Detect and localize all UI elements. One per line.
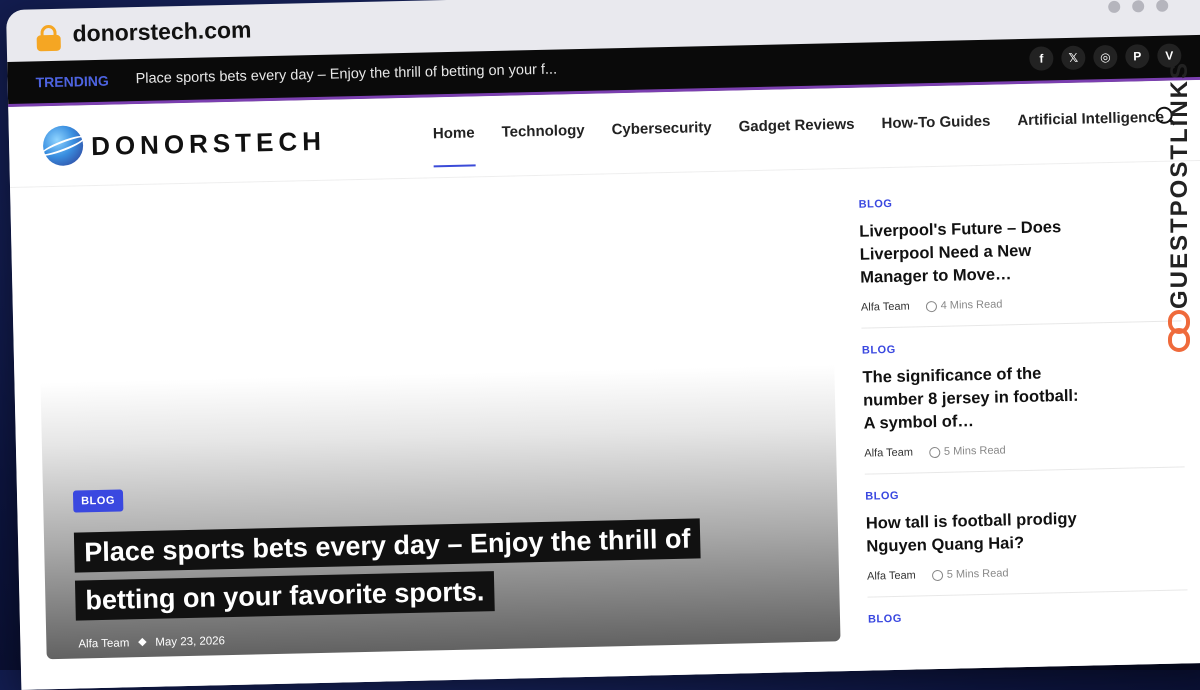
post-read-time: 5 Mins Read bbox=[943, 444, 1006, 458]
list-item: BLOG bbox=[868, 606, 1189, 639]
hero-title-text: Place sports bets every day – Enjoy the … bbox=[73, 518, 701, 621]
lock-icon bbox=[36, 24, 61, 52]
post-author[interactable]: Alfa Team bbox=[867, 570, 916, 583]
window-dot[interactable] bbox=[1108, 0, 1121, 13]
clock-icon bbox=[928, 446, 941, 458]
pinterest-icon[interactable]: P bbox=[1125, 44, 1150, 69]
instagram-icon[interactable]: ◎ bbox=[1093, 44, 1118, 70]
nav-menu: Home Technology Cybersecurity Gadget Rev… bbox=[433, 109, 1165, 143]
nav-item-gadget-reviews[interactable]: Gadget Reviews bbox=[738, 116, 854, 136]
nav-item-how-to-guides[interactable]: How-To Guides bbox=[881, 113, 990, 132]
x-twitter-icon[interactable]: 𝕏 bbox=[1061, 45, 1086, 71]
window-controls bbox=[1108, 0, 1169, 13]
chain-link-icon bbox=[1168, 310, 1190, 354]
post-category[interactable]: BLOG bbox=[862, 337, 1182, 357]
hero-author[interactable]: Alfa Team bbox=[78, 637, 129, 650]
hero-category-badge[interactable]: BLOG bbox=[72, 489, 124, 513]
list-item: BLOG The significance of the number 8 je… bbox=[861, 337, 1185, 475]
hero-meta: Alfa Team May 23, 2026 bbox=[78, 635, 225, 650]
post-meta: Alfa Team 5 Mins Read bbox=[867, 563, 1187, 582]
post-title-link[interactable]: How tall is football prodigy Nguyen Quan… bbox=[866, 507, 1097, 558]
diamond-separator-icon bbox=[138, 637, 147, 647]
post-meta: Alfa Team 4 Mins Read bbox=[861, 294, 1181, 313]
post-title-link[interactable]: The significance of the number 8 jersey … bbox=[862, 361, 1094, 435]
site-logo-text[interactable]: DONORSTECH bbox=[91, 126, 327, 162]
trending-headline-link[interactable]: Place sports bets every day – Enjoy the … bbox=[135, 62, 557, 88]
clock-icon bbox=[931, 569, 943, 581]
hero-title-link[interactable]: Place sports bets every day – Enjoy the … bbox=[73, 514, 716, 624]
post-meta: Alfa Team 5 Mins Read bbox=[864, 440, 1184, 459]
nav-item-home[interactable]: Home bbox=[433, 124, 475, 142]
post-read-time: 4 Mins Read bbox=[940, 298, 1003, 312]
post-read-time: 5 Mins Read bbox=[946, 567, 1009, 581]
social-links: f 𝕏 ◎ P V bbox=[1029, 43, 1182, 71]
globe-logo-icon[interactable] bbox=[38, 125, 88, 167]
watermark-text: GUESTPOSTLINKS bbox=[1166, 60, 1193, 310]
nav-item-artificial-intelligence[interactable]: Artificial Intelligence bbox=[1017, 109, 1164, 129]
watermark: GUESTPOSTLINKS bbox=[1160, 61, 1200, 360]
post-author[interactable]: Alfa Team bbox=[864, 447, 913, 460]
post-author[interactable]: Alfa Team bbox=[861, 301, 910, 314]
page-content: BLOG Place sports bets every day – Enjoy… bbox=[10, 160, 1200, 690]
sidebar-post-list: BLOG Liverpool's Future – Does Liverpool… bbox=[858, 191, 1189, 655]
facebook-icon[interactable]: f bbox=[1029, 46, 1054, 71]
nav-item-technology[interactable]: Technology bbox=[501, 122, 584, 141]
post-category[interactable]: BLOG bbox=[865, 483, 1185, 503]
window-dot[interactable] bbox=[1132, 0, 1145, 13]
post-title-link[interactable]: Liverpool's Future – Does Liverpool Need… bbox=[859, 215, 1091, 289]
hero-date: May 23, 2026 bbox=[155, 635, 226, 649]
post-category[interactable]: BLOG bbox=[868, 606, 1188, 626]
nav-item-cybersecurity[interactable]: Cybersecurity bbox=[611, 119, 711, 138]
trending-label: TRENDING bbox=[35, 72, 109, 91]
list-item: BLOG Liverpool's Future – Does Liverpool… bbox=[858, 191, 1182, 329]
window-dot[interactable] bbox=[1156, 0, 1169, 12]
browser-window: donorstech.com TRENDING Place sports bet… bbox=[6, 0, 1200, 690]
featured-post[interactable]: BLOG Place sports bets every day – Enjoy… bbox=[36, 195, 841, 660]
clock-icon bbox=[925, 300, 937, 312]
url-text[interactable]: donorstech.com bbox=[72, 16, 251, 47]
list-item: BLOG How tall is football prodigy Nguyen… bbox=[865, 483, 1188, 598]
post-category[interactable]: BLOG bbox=[859, 191, 1179, 211]
